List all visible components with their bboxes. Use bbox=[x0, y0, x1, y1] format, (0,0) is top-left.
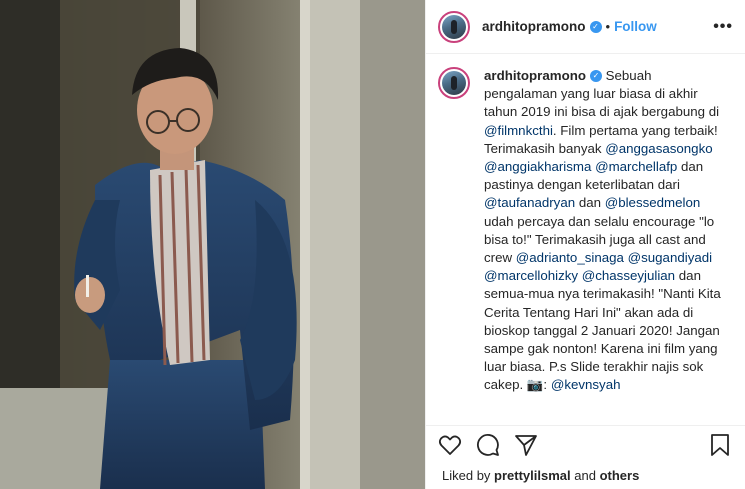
bookmark-icon[interactable] bbox=[708, 433, 734, 459]
caption-username[interactable]: ardhitopramono bbox=[484, 68, 586, 83]
post-header: ardhitopramono ✓ • Follow ••• bbox=[426, 0, 745, 54]
post-photo[interactable] bbox=[0, 0, 425, 489]
caption-mention-link[interactable]: @blessedmelon bbox=[605, 195, 701, 210]
caption-avatar[interactable] bbox=[438, 67, 470, 99]
caption-mention-link[interactable]: @anggasasongko bbox=[605, 141, 712, 156]
avatar-image bbox=[442, 14, 466, 39]
post-photo-illustration bbox=[0, 0, 425, 489]
separator-dot: • bbox=[605, 19, 611, 34]
caption-mention-link[interactable]: @sugandiyadi bbox=[628, 250, 712, 265]
more-options-icon[interactable]: ••• bbox=[713, 18, 733, 36]
follow-button[interactable]: Follow bbox=[614, 19, 657, 34]
post-actions bbox=[426, 425, 745, 465]
caption-mention-link[interactable]: @taufanadryan bbox=[484, 195, 575, 210]
comment-icon[interactable] bbox=[476, 433, 502, 459]
post-username[interactable]: ardhitopramono bbox=[482, 19, 586, 34]
caption-text: ardhitopramono ✓ Sebuah pengalaman yang l… bbox=[484, 67, 724, 425]
liked-by-user[interactable]: prettylilsmal bbox=[494, 468, 571, 483]
caption-mention-link[interactable]: @marcellohizky bbox=[484, 268, 578, 283]
verified-badge-icon: ✓ bbox=[589, 20, 602, 33]
caption-mention-link[interactable]: @marchellafp bbox=[595, 159, 677, 174]
likes-prefix: Liked by bbox=[442, 468, 495, 483]
caption-body-text: dan semua-mua nya terimakasih! "Nanti Ki… bbox=[484, 268, 721, 393]
caption-body-text: dan bbox=[575, 195, 605, 211]
post-side-panel: ardhitopramono ✓ • Follow ••• ardhitopra… bbox=[425, 0, 745, 489]
avatar-image bbox=[442, 71, 466, 95]
caption-mention-link[interactable]: @anggiakharisma bbox=[484, 159, 591, 174]
post-caption: ardhitopramono ✓ Sebuah pengalaman yang l… bbox=[426, 55, 745, 425]
avatar[interactable] bbox=[438, 10, 470, 43]
share-icon[interactable] bbox=[514, 433, 540, 459]
verified-badge-icon: ✓ bbox=[589, 70, 602, 83]
heart-icon[interactable] bbox=[438, 433, 464, 459]
likes-summary: Liked by prettylilsmal and others bbox=[442, 468, 639, 483]
caption-mention-link[interactable]: @filmnkcthi bbox=[484, 123, 553, 138]
caption-mention-link[interactable]: @kevnsyah bbox=[551, 377, 621, 392]
likes-middle: and bbox=[570, 468, 600, 483]
caption-mention-link[interactable]: @adrianto_sinaga bbox=[516, 250, 624, 265]
likes-others[interactable]: others bbox=[600, 468, 640, 483]
caption-mention-link[interactable]: @chasseyjulian bbox=[582, 268, 675, 283]
